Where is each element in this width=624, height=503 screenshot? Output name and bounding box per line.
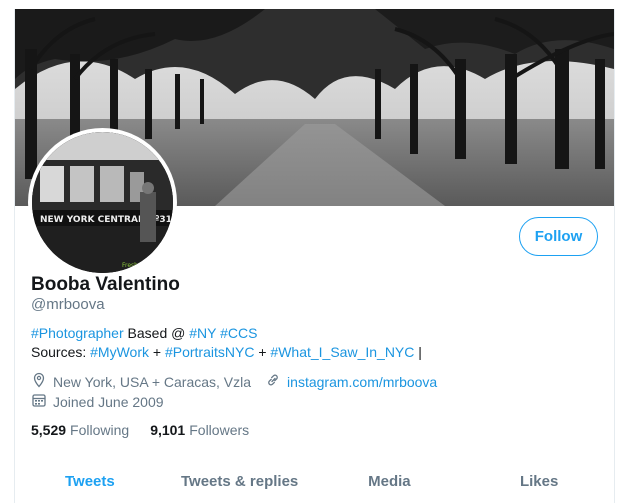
svg-text:Fresh!: Fresh! [122, 262, 140, 269]
profile-meta-row: New York, USA + Caracas, Vzla instagram.… [31, 372, 437, 391]
followers-label: Followers [189, 422, 250, 438]
profile-tabs: Tweets Tweets & replies Media Likes [15, 459, 614, 503]
followers-count: 9,101 [150, 422, 186, 438]
profile-joined-date: Joined June 2009 [53, 393, 164, 410]
bio-text: + [149, 344, 165, 360]
following-count: 5,529 [31, 422, 67, 438]
profile-frame: NEW YORK CENTRAL Nº31 Fresh! Follow Boob… [14, 9, 615, 503]
calendar-icon [31, 392, 53, 411]
location-icon [31, 372, 53, 391]
tab-media[interactable]: Media [315, 459, 465, 503]
following-label: Following [70, 422, 130, 438]
profile-name: Booba Valentino [31, 274, 180, 295]
follow-button[interactable]: Follow [519, 217, 598, 256]
profile-stats: 5,529 Following 9,101 Followers [31, 422, 270, 438]
tab-likes[interactable]: Likes [464, 459, 614, 503]
link-icon [265, 372, 287, 391]
bio-text: Sources: [31, 344, 91, 360]
avatar[interactable]: NEW YORK CENTRAL Nº31 Fresh! [32, 132, 173, 273]
profile-handle: @mrboova [31, 296, 105, 313]
bio-text: + [254, 344, 271, 360]
profile-bio: #Photographer Based @ #NY #CCS Sources: … [31, 324, 422, 362]
bio-line-1: #Photographer Based @ #NY #CCS [31, 324, 422, 343]
profile-joined-row: Joined June 2009 [31, 392, 164, 411]
tab-tweets-and-replies[interactable]: Tweets & replies [165, 459, 315, 503]
bio-text: Based @ [123, 325, 190, 341]
following-stat[interactable]: 5,529 Following [31, 422, 129, 438]
avatar-border: NEW YORK CENTRAL Nº31 Fresh! [28, 128, 177, 277]
tab-tweets[interactable]: Tweets [15, 459, 165, 503]
profile-location: New York, USA + Caracas, Vzla [53, 373, 252, 390]
bio-line-2: Sources: #MyWork + #PortraitsNYC + #What… [31, 343, 422, 362]
hashtag-link[interactable]: #What_I_Saw_In_NYC [270, 344, 414, 360]
hashtag-link[interactable]: #NY [189, 325, 216, 341]
hashtag-link[interactable]: #PortraitsNYC [165, 344, 254, 360]
hashtag-link[interactable]: #CCS [220, 325, 257, 341]
followers-stat[interactable]: 9,101 Followers [150, 422, 249, 438]
profile-website-link[interactable]: instagram.com/mrboova [287, 374, 437, 390]
hashtag-link[interactable]: #Photographer [31, 325, 124, 341]
hashtag-link[interactable]: #MyWork [90, 344, 149, 360]
bio-text: | [414, 344, 422, 360]
